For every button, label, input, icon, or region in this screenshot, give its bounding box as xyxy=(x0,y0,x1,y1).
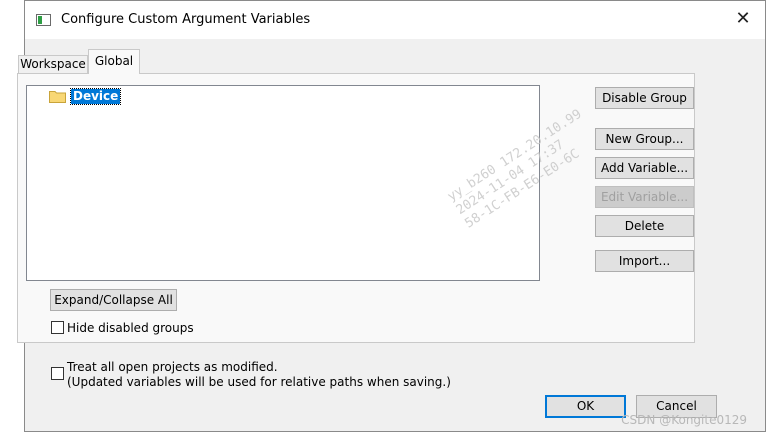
credit-text: CSDN @Kongite0129 xyxy=(621,413,747,427)
window-app-icon xyxy=(36,14,51,26)
treat-modified-label: Treat all open projects as modified. xyxy=(67,360,278,374)
import-button[interactable]: Import... xyxy=(595,250,694,272)
window-title: Configure Custom Argument Variables xyxy=(61,12,311,27)
edit-variable-button[interactable]: Edit Variable... xyxy=(595,186,694,208)
group-tree-view[interactable] xyxy=(26,85,540,281)
folder-icon xyxy=(49,91,66,103)
close-icon[interactable]: ✕ xyxy=(735,10,751,28)
new-group-button[interactable]: New Group... xyxy=(595,128,694,150)
add-variable-button[interactable]: Add Variable... xyxy=(595,157,694,179)
treat-modified-note: (Updated variables will be used for rela… xyxy=(67,375,451,389)
treat-modified-checkbox[interactable] xyxy=(51,367,64,380)
tab-global[interactable]: Global xyxy=(88,49,140,74)
delete-button[interactable]: Delete xyxy=(595,215,694,237)
tab-workspace[interactable]: Workspace xyxy=(18,55,88,74)
hide-disabled-groups-label: Hide disabled groups xyxy=(67,321,194,335)
ok-button[interactable]: OK xyxy=(545,395,626,418)
expand-collapse-all-button[interactable]: Expand/Collapse All xyxy=(50,289,177,311)
disable-group-button[interactable]: Disable Group xyxy=(595,87,694,109)
hide-disabled-groups-checkbox[interactable] xyxy=(51,321,64,334)
title-bar[interactable]: Configure Custom Argument Variables ✕ xyxy=(25,1,765,39)
tree-item-device[interactable]: Device xyxy=(69,88,122,105)
